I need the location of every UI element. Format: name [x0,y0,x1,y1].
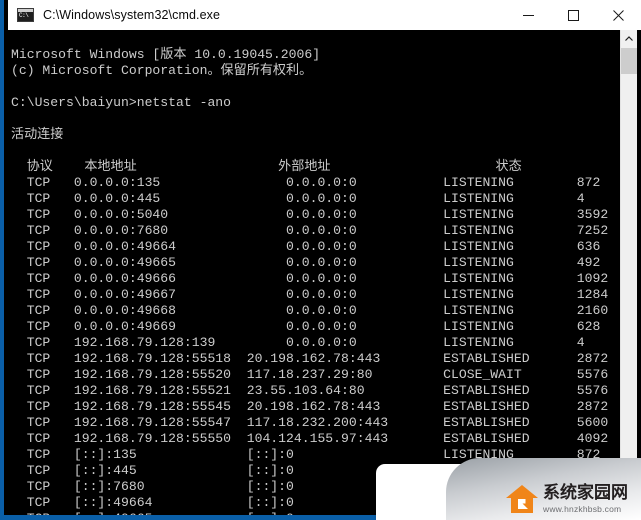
screenshot-root: C:\Windows\system32\cmd.exe Microsoft Wi… [0,0,641,520]
close-button[interactable] [596,0,641,30]
watermark-url: www.hnzkhbsb.com [543,503,622,514]
scrollbar-up-arrow-icon[interactable] [621,30,637,47]
titlebar-left: C:\Windows\system32\cmd.exe [8,8,506,22]
window-title: C:\Windows\system32\cmd.exe [43,8,221,22]
watermark: 系统家园网 www.hnzkhbsb.com [505,478,641,520]
minimize-button[interactable] [506,0,551,30]
window-controls [506,0,641,30]
watermark-title: 系统家园网 [543,482,628,503]
maximize-button[interactable] [551,0,596,30]
window-titlebar[interactable]: C:\Windows\system32\cmd.exe [8,0,641,30]
cmd-console-icon [17,8,34,22]
cmd-window: C:\Windows\system32\cmd.exe Microsoft Wi… [0,0,641,520]
console-text: Microsoft Windows [版本 10.0.19045.2006] (… [11,47,609,515]
watermark-text: 系统家园网 www.hnzkhbsb.com [543,482,628,514]
house-logo-icon [505,482,539,516]
console-scrollbar[interactable] [620,30,637,515]
console-output-area[interactable]: Microsoft Windows [版本 10.0.19045.2006] (… [8,30,641,515]
scrollbar-thumb[interactable] [621,48,637,74]
